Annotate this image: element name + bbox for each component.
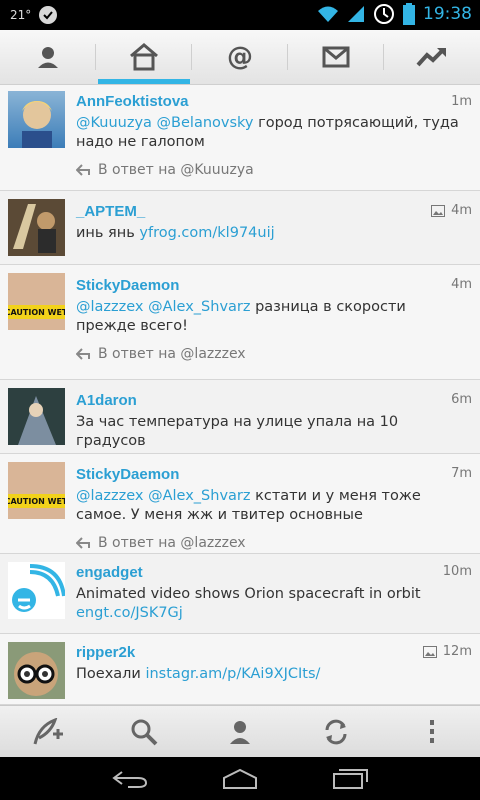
avatar[interactable]: CAUTION WET xyxy=(8,273,65,330)
tweet-handle[interactable]: _APTEM_ xyxy=(76,203,470,220)
avatar-caption: CAUTION WET xyxy=(8,308,65,317)
avatar[interactable] xyxy=(8,91,65,148)
tweet-handle[interactable]: A1daron xyxy=(76,392,470,409)
avatar[interactable] xyxy=(8,562,65,619)
back-icon[interactable] xyxy=(110,769,150,789)
tweet-mentions[interactable]: @lazzzex @Alex_Shvarz xyxy=(76,299,250,315)
tweet-row[interactable]: 10m engadget Animated video shows Orion … xyxy=(0,554,480,634)
tab-messages[interactable] xyxy=(288,30,384,84)
top-tab-bar: @ xyxy=(0,30,480,85)
tweet-text: Поехали instagr.am/p/KAi9XJCIts/ xyxy=(76,666,321,682)
tweet-time: 4m xyxy=(431,203,472,218)
bottom-action-bar xyxy=(0,705,480,758)
overflow-icon xyxy=(430,720,434,743)
compose-icon xyxy=(33,718,63,745)
tweet-handle[interactable]: StickyDaemon xyxy=(76,466,470,483)
clock: 19:38 xyxy=(423,4,472,24)
tweet-link[interactable]: yfrog.com/kl974uij xyxy=(139,225,274,241)
image-attachment-icon xyxy=(431,204,446,217)
tweet-time: 6m xyxy=(451,392,472,407)
tweet-handle[interactable]: StickyDaemon xyxy=(76,277,470,294)
tweet-time: 10m xyxy=(442,564,472,579)
tweet-mentions[interactable]: @lazzzex @Alex_Shvarz xyxy=(76,488,250,504)
tweet-time: 4m xyxy=(451,277,472,292)
overflow-menu-button[interactable] xyxy=(384,706,480,758)
tweet-text: @lazzzex @Alex_Shvarz разница в скорости… xyxy=(76,299,406,334)
avatar[interactable] xyxy=(8,199,65,256)
tab-profile[interactable] xyxy=(0,30,96,84)
image-attachment-icon xyxy=(422,645,437,658)
tab-home[interactable] xyxy=(96,30,192,84)
tweet-text: @Kuuuzya @Belanovsky город потрясающий, … xyxy=(76,115,459,150)
tweet-row[interactable]: 4m _APTEM_ инь янь yfrog.com/kl974uij xyxy=(0,191,480,265)
signal-icon xyxy=(348,6,364,22)
in-reply-to[interactable]: В ответ на @lazzzex xyxy=(76,346,470,362)
at-icon: @ xyxy=(227,43,253,71)
tweet-handle[interactable]: ripper2k xyxy=(76,644,470,661)
avatar[interactable] xyxy=(8,642,65,699)
tweet-text: инь янь yfrog.com/kl974uij xyxy=(76,225,275,241)
search-icon xyxy=(131,719,158,746)
refresh-icon xyxy=(325,719,347,745)
alarm-icon xyxy=(374,4,394,24)
check-icon xyxy=(39,6,58,24)
reply-icon xyxy=(76,537,90,549)
system-navigation-bar xyxy=(0,757,480,800)
person-icon xyxy=(38,47,58,68)
avatar-caption: CAUTION WET xyxy=(8,497,65,506)
battery-icon xyxy=(403,3,415,25)
avatar[interactable]: CAUTION WET xyxy=(8,462,65,519)
tweet-text: За час температура на улице упала на 10 … xyxy=(76,414,399,449)
in-reply-to[interactable]: В ответ на @lazzzex xyxy=(76,535,470,551)
account-icon xyxy=(230,721,250,744)
tweet-row[interactable]: 12m ripper2k Поехали instagr.am/p/KAi9XJ… xyxy=(0,634,480,705)
wifi-icon xyxy=(318,6,338,22)
timeline[interactable]: 1m AnnFeoktistova @Kuuuzya @Belanovsky г… xyxy=(0,85,480,705)
mail-icon xyxy=(322,46,350,68)
tweet-link[interactable]: instagr.am/p/KAi9XJCIts/ xyxy=(145,666,320,682)
tweet-link[interactable]: engt.co/JSK7Gj xyxy=(76,605,183,621)
reply-icon xyxy=(76,348,90,360)
tweet-handle[interactable]: engadget xyxy=(76,564,470,581)
temperature: 21° xyxy=(10,8,32,22)
tweet-row[interactable]: CAUTION WET 4m StickyDaemon @lazzzex @Al… xyxy=(0,265,480,380)
svg-text:@: @ xyxy=(227,43,253,71)
home-icon[interactable] xyxy=(220,768,260,790)
tab-mentions[interactable]: @ xyxy=(192,30,288,84)
home-icon xyxy=(130,43,158,71)
tweet-text: Animated video shows Orion spacecraft in… xyxy=(76,586,421,621)
tweet-handle[interactable]: AnnFeoktistova xyxy=(76,93,470,110)
status-bar: 21° 19:38 xyxy=(0,0,480,30)
refresh-button[interactable] xyxy=(288,706,384,758)
tweet-row[interactable]: 6m A1daron За час температура на улице у… xyxy=(0,380,480,454)
tweet-text: @lazzzex @Alex_Shvarz кстати и у меня то… xyxy=(76,488,421,523)
avatar[interactable] xyxy=(8,388,65,445)
reply-icon xyxy=(76,164,90,176)
tweet-time: 1m xyxy=(451,94,472,109)
tweet-row[interactable]: 1m AnnFeoktistova @Kuuuzya @Belanovsky г… xyxy=(0,85,480,191)
trend-icon xyxy=(416,48,446,67)
account-button[interactable] xyxy=(192,706,288,758)
tweet-mentions[interactable]: @Kuuuzya @Belanovsky xyxy=(76,115,253,131)
compose-button[interactable] xyxy=(0,706,96,758)
tweet-time: 7m xyxy=(451,466,472,481)
tweet-row[interactable]: CAUTION WET 7m StickyDaemon @lazzzex @Al… xyxy=(0,454,480,554)
tweet-time: 12m xyxy=(422,644,472,659)
recents-icon[interactable] xyxy=(330,768,370,790)
in-reply-to[interactable]: В ответ на @Kuuuzya xyxy=(76,162,470,178)
tab-trends[interactable] xyxy=(384,30,480,84)
search-button[interactable] xyxy=(96,706,192,758)
